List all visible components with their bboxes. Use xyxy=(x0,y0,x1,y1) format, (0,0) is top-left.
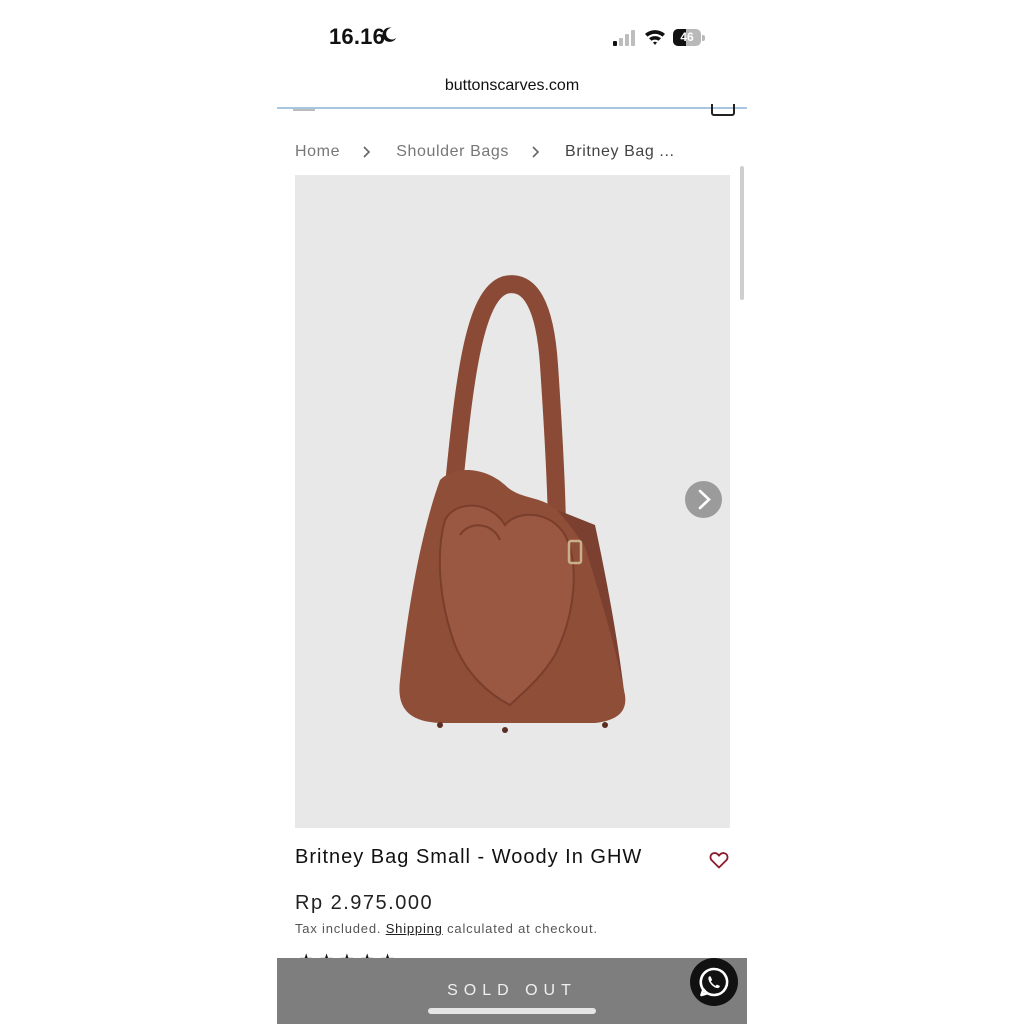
battery-indicator: 46 xyxy=(673,29,707,46)
breadcrumb-home[interactable]: Home xyxy=(295,143,340,161)
moon-icon xyxy=(382,27,397,42)
heart-icon[interactable] xyxy=(709,851,729,869)
address-bar[interactable]: buttonscarves.com xyxy=(277,70,747,108)
mobile-screen: 16.16 46 buttonscarves.com Home Shoulder… xyxy=(277,0,747,1024)
cellular-signal-icon xyxy=(613,30,635,46)
tax-prefix: Tax included. xyxy=(295,921,382,936)
chevron-right-icon xyxy=(363,146,371,158)
status-bar: 16.16 46 xyxy=(277,0,747,70)
breadcrumb-shoulder-bags[interactable]: Shoulder Bags xyxy=(396,143,509,161)
clock: 16.16 xyxy=(329,24,386,49)
battery-percent: 46 xyxy=(680,30,694,44)
product-price: Rp 2.975.000 xyxy=(295,892,434,914)
chevron-right-icon xyxy=(532,146,540,158)
tax-suffix: calculated at checkout. xyxy=(447,921,598,936)
shipping-link[interactable]: Shipping xyxy=(386,921,443,936)
product-title: Britney Bag Small - Woody In GHW xyxy=(295,846,643,868)
tax-note: Tax included. Shipping calculated at che… xyxy=(295,921,598,936)
product-image xyxy=(399,275,626,733)
scrollbar[interactable] xyxy=(740,166,744,300)
sold-out-button[interactable]: SOLD OUT xyxy=(277,958,747,1024)
sold-out-label: SOLD OUT xyxy=(447,982,577,999)
whatsapp-icon xyxy=(699,967,729,997)
chevron-right-icon xyxy=(698,489,711,510)
product-image-gallery[interactable] xyxy=(295,175,730,828)
next-image-button[interactable] xyxy=(685,481,722,518)
breadcrumb: Home Shoulder Bags Britney Bag ... xyxy=(295,143,675,167)
url-text: buttonscarves.com xyxy=(444,77,580,94)
wifi-icon xyxy=(645,30,665,45)
home-indicator xyxy=(428,1008,596,1014)
page-load-progress xyxy=(277,107,747,109)
cart-icon[interactable] xyxy=(711,104,735,116)
breadcrumb-current: Britney Bag ... xyxy=(565,143,675,160)
menu-icon[interactable] xyxy=(293,109,315,111)
whatsapp-chat-button[interactable] xyxy=(690,958,738,1006)
